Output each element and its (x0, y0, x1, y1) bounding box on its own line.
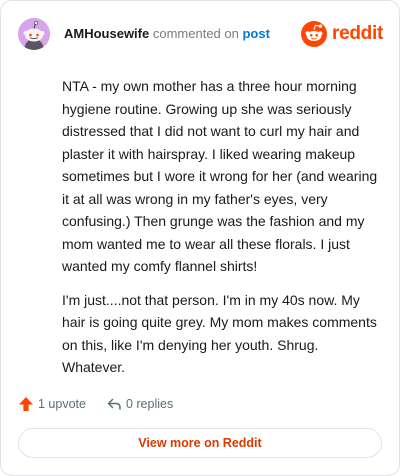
commented-on-label: commented on (152, 26, 239, 41)
upvote-arrow-icon (19, 397, 33, 411)
reply-count: 0 replies (125, 397, 174, 411)
reply-arrow-icon (107, 398, 121, 410)
comment-paragraph: I'm just....not that person. I'm in my 4… (62, 291, 377, 376)
snoo-avatar-icon[interactable] (18, 18, 50, 50)
upvote-stat[interactable]: 1 upvote (18, 396, 86, 412)
comment-body: NTA - my own mother has a three hour mor… (62, 75, 378, 390)
comment-footer: 1 upvote 0 replies (18, 394, 173, 414)
reddit-wordmark: reddit (332, 23, 383, 44)
view-more-on-reddit-button[interactable]: View more on Reddit (18, 428, 382, 458)
replies-stat[interactable]: 0 replies (106, 396, 173, 412)
comment-embed-card: AMHousewife commented on post reddit NTA… (0, 0, 400, 476)
post-link[interactable]: post (242, 26, 269, 41)
comment-header: AMHousewife commented on post reddit (18, 18, 383, 50)
reddit-brand[interactable]: reddit (301, 20, 383, 48)
upvote-count: 1 upvote (38, 397, 86, 411)
reddit-logo-icon (301, 21, 328, 47)
username[interactable]: AMHousewife (64, 26, 149, 41)
comment-paragraph: NTA - my own mother has a three hour mor… (62, 78, 378, 274)
comment-attribution: AMHousewife commented on post (64, 26, 270, 42)
